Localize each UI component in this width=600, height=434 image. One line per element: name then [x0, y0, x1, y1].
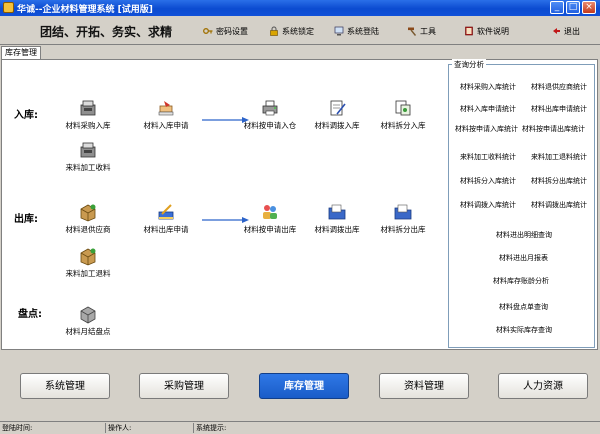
- inbound-by-request-label: 材料按申请入仓: [243, 121, 297, 130]
- book-icon: [465, 26, 473, 36]
- stack-box-icon: [80, 306, 96, 324]
- query-item[interactable]: 材料拆分入库统计: [460, 176, 516, 186]
- query-item[interactable]: 材料进出月报表: [499, 253, 548, 263]
- split-outbound-item[interactable]: 材料拆分出库: [368, 202, 438, 235]
- section-label-outbound: 出库:: [14, 214, 38, 225]
- hand-document-icon: [158, 101, 174, 116]
- outbound-request-label: 材料出库申请: [143, 225, 189, 234]
- query-item[interactable]: 材料进出明细查询: [496, 230, 552, 240]
- password-settings-button[interactable]: 密码设置: [203, 25, 248, 37]
- toolbar: 团结、开拓、务实、求精 密码设置 系统锁定 系统登陆 工具 软件说明 退出: [0, 16, 600, 45]
- login-icon: [334, 26, 344, 36]
- query-item[interactable]: 材料按申请入库统计: [455, 124, 518, 134]
- box-icon: [80, 248, 96, 266]
- lock-icon: [270, 26, 278, 36]
- query-item[interactable]: 材料退供应商统计: [531, 82, 587, 92]
- exit-label: 退出: [564, 26, 580, 36]
- printer-icon: [262, 100, 278, 116]
- query-item[interactable]: 来料加工退料统计: [531, 152, 587, 162]
- nav-data-management[interactable]: 资料管理: [379, 373, 469, 399]
- query-item[interactable]: 材料实际库存查询: [496, 325, 552, 335]
- status-bar: 登陆时间: 操作人: 系统提示:: [0, 421, 600, 434]
- exit-icon: [553, 28, 560, 34]
- transfer-outbound-label: 材料调拨出库: [314, 225, 360, 234]
- tab-inventory-management[interactable]: 库存管理: [1, 46, 41, 59]
- close-button[interactable]: ×: [582, 1, 596, 14]
- split-document-icon: [395, 100, 411, 116]
- transfer-outbound-item[interactable]: 材料调拨出库: [302, 202, 372, 235]
- processing-receipt-item[interactable]: 来料加工收料: [53, 140, 123, 173]
- inbound-request-item[interactable]: 材料入库申请: [131, 98, 201, 131]
- transfer-inbound-label: 材料调拨入库: [314, 121, 360, 130]
- app-icon: [3, 2, 14, 13]
- document-pen-icon: [330, 100, 346, 116]
- tools-button[interactable]: 工具: [407, 25, 436, 37]
- return-supplier-label: 材料退供应商: [65, 225, 111, 234]
- processing-return-item[interactable]: 来料加工退料: [53, 246, 123, 279]
- query-item[interactable]: 材料出库申请统计: [531, 104, 587, 114]
- status-operator: 操作人:: [106, 423, 194, 433]
- system-lock-label: 系统锁定: [282, 26, 314, 36]
- tools-label: 工具: [420, 26, 436, 36]
- software-info-label: 软件说明: [477, 26, 509, 36]
- query-item[interactable]: 材料采购入库统计: [460, 82, 516, 92]
- people-icon: [263, 205, 277, 219]
- box-icon: [80, 204, 96, 222]
- system-lock-button[interactable]: 系统锁定: [269, 25, 314, 37]
- query-item[interactable]: 材料入库申请统计: [460, 104, 516, 114]
- purchase-inbound-label: 材料采购入库: [65, 121, 111, 130]
- tab-strip: 库存管理: [0, 45, 600, 59]
- nav-purchase-management[interactable]: 采购管理: [139, 373, 229, 399]
- status-hint: 系统提示:: [196, 424, 227, 432]
- monthly-inventory-count-label: 材料月结盘点: [65, 327, 111, 336]
- query-item[interactable]: 材料拆分出库统计: [531, 176, 587, 186]
- inbound-request-label: 材料入库申请: [143, 121, 189, 130]
- system-login-button[interactable]: 系统登陆: [334, 25, 379, 37]
- processing-return-label: 来料加工退料: [65, 269, 111, 278]
- query-analysis-title: 查询分析: [452, 59, 486, 70]
- split-inbound-label: 材料拆分入库: [380, 121, 426, 130]
- window-title: 华诚--企业材料管理系统 [试用版]: [17, 5, 153, 15]
- title-bar[interactable]: 华诚--企业材料管理系统 [试用版] _ □ ×: [0, 0, 600, 16]
- query-item[interactable]: 材料盘点单查询: [499, 302, 548, 312]
- query-item[interactable]: 材料调拨出库统计: [531, 200, 587, 210]
- status-login-time: 登陆时间:: [0, 423, 106, 433]
- exit-button[interactable]: 退出: [551, 25, 580, 37]
- outbound-request-item[interactable]: 材料出库申请: [131, 202, 201, 235]
- query-item[interactable]: 材料按申请出库统计: [522, 124, 585, 134]
- monthly-inventory-count-item[interactable]: 材料月结盘点: [53, 304, 123, 337]
- system-login-label: 系统登陆: [347, 26, 379, 36]
- pencil-note-icon: [158, 204, 174, 220]
- split-inbound-item[interactable]: 材料拆分入库: [368, 98, 438, 131]
- split-outbound-label: 材料拆分出库: [380, 225, 426, 234]
- minimize-button[interactable]: _: [550, 1, 564, 14]
- folder-icon: [328, 204, 346, 220]
- inbound-by-request-item[interactable]: 材料按申请入仓: [235, 98, 305, 131]
- query-item[interactable]: 材料调拨入库统计: [460, 200, 516, 210]
- section-label-inventory: 盘点:: [18, 309, 42, 320]
- section-label-inbound: 入库:: [14, 110, 38, 121]
- return-supplier-item[interactable]: 材料退供应商: [53, 202, 123, 235]
- slogan-text: 团结、开拓、务实、求精: [40, 25, 173, 39]
- cash-register-icon: [80, 142, 96, 158]
- key-icon: [203, 28, 213, 34]
- nav-inventory-management[interactable]: 库存管理: [259, 373, 349, 399]
- outbound-by-request-label: 材料按申请出库: [243, 225, 297, 234]
- processing-receipt-label: 来料加工收料: [65, 163, 111, 172]
- nav-human-resources[interactable]: 人力资源: [498, 373, 588, 399]
- purchase-inbound-item[interactable]: 材料采购入库: [53, 98, 123, 131]
- password-settings-label: 密码设置: [216, 26, 248, 36]
- outbound-by-request-item[interactable]: 材料按申请出库: [235, 202, 305, 235]
- software-info-button[interactable]: 软件说明: [464, 25, 509, 37]
- maximize-button[interactable]: □: [566, 1, 580, 14]
- query-item[interactable]: 来料加工收料统计: [460, 152, 516, 162]
- query-item[interactable]: 材料库存账龄分析: [493, 276, 549, 286]
- cash-register-icon: [80, 100, 96, 116]
- folder-icon: [394, 204, 412, 220]
- nav-system-management[interactable]: 系统管理: [20, 373, 110, 399]
- hammer-icon: [408, 27, 417, 36]
- transfer-inbound-item[interactable]: 材料调拨入库: [302, 98, 372, 131]
